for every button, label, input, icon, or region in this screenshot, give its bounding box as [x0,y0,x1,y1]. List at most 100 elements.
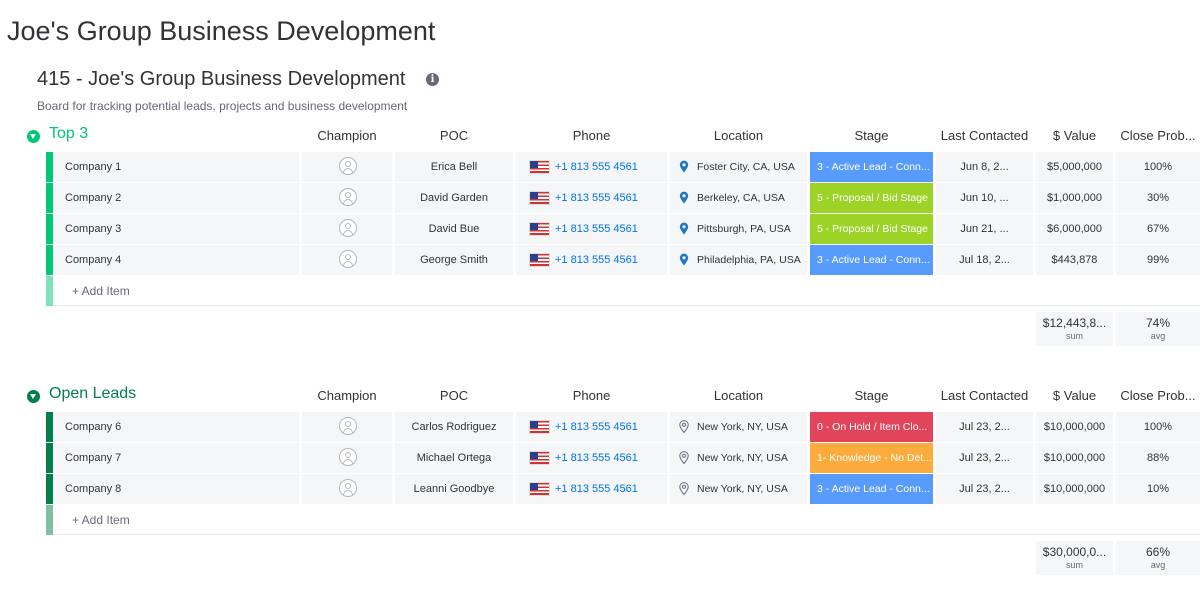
phone-number[interactable]: +1 813 555 4561 [555,214,638,244]
last-contacted-cell[interactable]: Jul 23, 2... [936,443,1033,473]
table-row[interactable]: Company 2 David Garden +1 813 555 4561 Berk… [46,183,1200,213]
close-prob-cell[interactable]: 30% [1116,183,1200,213]
value-cell[interactable]: $6,000,000 [1036,214,1113,244]
phone-number[interactable]: +1 813 555 4561 [555,412,638,442]
phone-cell[interactable]: +1 813 555 4561 [516,474,667,504]
item-name[interactable]: Company 7 [53,443,299,473]
poc-cell[interactable]: Erica Bell [395,152,513,182]
poc-cell[interactable]: Michael Ortega [395,443,513,473]
champion-cell[interactable] [302,443,392,473]
column-header[interactable]: Phone [516,128,667,143]
champion-cell[interactable] [302,214,392,244]
table-row[interactable]: Company 1 Erica Bell +1 813 555 4561 Foster… [46,152,1200,182]
location-cell[interactable]: Pittsburgh, PA, USA [670,214,807,244]
value-cell[interactable]: $5,000,000 [1036,152,1113,182]
phone-cell[interactable]: +1 813 555 4561 [516,183,667,213]
avatar[interactable] [339,479,357,497]
avatar[interactable] [339,250,357,268]
value-cell[interactable]: $10,000,000 [1036,474,1113,504]
champion-cell[interactable] [302,152,392,182]
phone-number[interactable]: +1 813 555 4561 [555,183,638,213]
value-cell[interactable]: $10,000,000 [1036,412,1113,442]
stage-status[interactable]: 1- Knowledge - No Det... [810,443,933,473]
avatar[interactable] [339,448,357,466]
board-description[interactable]: Board for tracking potential leads, proj… [37,99,407,113]
group-title[interactable]: Open Leads [49,385,136,403]
stage-status[interactable]: 3 - Active Lead - Conn... [810,474,933,504]
champion-cell[interactable] [302,474,392,504]
phone-number[interactable]: +1 813 555 4561 [555,245,638,275]
poc-cell[interactable]: George Smith [395,245,513,275]
column-header[interactable]: $ Value [1036,388,1113,403]
phone-cell[interactable]: +1 813 555 4561 [516,443,667,473]
group-title[interactable]: Top 3 [49,125,88,143]
add-item-row[interactable]: + Add Item [46,276,1200,306]
phone-cell[interactable]: +1 813 555 4561 [516,152,667,182]
column-header[interactable]: Champion [302,388,392,403]
avatar[interactable] [339,219,357,237]
column-header[interactable]: Phone [516,388,667,403]
avatar[interactable] [339,417,357,435]
column-header[interactable]: Last Contacted [936,388,1033,403]
location-cell[interactable]: New York, NY, USA [670,474,807,504]
phone-number[interactable]: +1 813 555 4561 [555,152,638,182]
last-contacted-cell[interactable]: Jun 21, ... [936,214,1033,244]
add-item-button[interactable]: + Add Item [72,505,130,535]
phone-cell[interactable]: +1 813 555 4561 [516,214,667,244]
phone-cell[interactable]: +1 813 555 4561 [516,412,667,442]
close-prob-cell[interactable]: 99% [1116,245,1200,275]
value-cell[interactable]: $1,000,000 [1036,183,1113,213]
champion-cell[interactable] [302,183,392,213]
close-prob-cell[interactable]: 100% [1116,412,1200,442]
close-prob-cell[interactable]: 88% [1116,443,1200,473]
chevron-down-icon[interactable] [27,390,40,403]
add-item-row[interactable]: + Add Item [46,505,1200,535]
poc-cell[interactable]: David Bue [395,214,513,244]
info-icon[interactable]: i [426,73,439,86]
item-name[interactable]: Company 4 [53,245,299,275]
champion-cell[interactable] [302,245,392,275]
location-cell[interactable]: Berkeley, CA, USA [670,183,807,213]
column-header[interactable]: Last Contacted [936,128,1033,143]
poc-cell[interactable]: David Garden [395,183,513,213]
phone-number[interactable]: +1 813 555 4561 [555,443,638,473]
column-header[interactable]: Champion [302,128,392,143]
stage-status[interactable]: 3 - Active Lead - Conn... [810,152,933,182]
poc-cell[interactable]: Carlos Rodriguez [395,412,513,442]
avatar[interactable] [339,188,357,206]
board-title[interactable]: 415 - Joe's Group Business Development [37,68,405,91]
stage-status[interactable]: 5 - Proposal / Bid Stage [810,214,933,244]
item-name[interactable]: Company 2 [53,183,299,213]
table-row[interactable]: Company 7 Michael Ortega +1 813 555 4561 Ne… [46,443,1200,473]
location-cell[interactable]: New York, NY, USA [670,443,807,473]
chevron-down-icon[interactable] [27,130,40,143]
column-header[interactable]: Close Prob... [1116,388,1200,403]
table-row[interactable]: Company 6 Carlos Rodriguez +1 813 555 4561… [46,412,1200,442]
location-cell[interactable]: Foster City, CA, USA [670,152,807,182]
stage-status[interactable]: 3 - Active Lead - Conn... [810,245,933,275]
item-name[interactable]: Company 8 [53,474,299,504]
column-header[interactable]: Close Prob... [1116,128,1200,143]
phone-number[interactable]: +1 813 555 4561 [555,474,638,504]
stage-status[interactable]: 0 - On Hold / Item Clo... [810,412,933,442]
table-row[interactable]: Company 4 George Smith +1 813 555 4561 Phil… [46,245,1200,275]
item-name[interactable]: Company 3 [53,214,299,244]
value-cell[interactable]: $10,000,000 [1036,443,1113,473]
column-header[interactable]: $ Value [1036,128,1113,143]
last-contacted-cell[interactable]: Jul 23, 2... [936,474,1033,504]
column-header[interactable]: Location [670,128,807,143]
last-contacted-cell[interactable]: Jul 23, 2... [936,412,1033,442]
table-row[interactable]: Company 8 Leanni Goodbye +1 813 555 4561 Ne… [46,474,1200,504]
close-prob-cell[interactable]: 100% [1116,152,1200,182]
last-contacted-cell[interactable]: Jul 18, 2... [936,245,1033,275]
table-row[interactable]: Company 3 David Bue +1 813 555 4561 Pittsbu… [46,214,1200,244]
stage-status[interactable]: 5 - Proposal / Bid Stage [810,183,933,213]
close-prob-cell[interactable]: 67% [1116,214,1200,244]
item-name[interactable]: Company 6 [53,412,299,442]
column-header[interactable]: Stage [810,128,933,143]
close-prob-cell[interactable]: 10% [1116,474,1200,504]
column-header[interactable]: Location [670,388,807,403]
phone-cell[interactable]: +1 813 555 4561 [516,245,667,275]
last-contacted-cell[interactable]: Jun 10, ... [936,183,1033,213]
column-header[interactable]: Stage [810,388,933,403]
